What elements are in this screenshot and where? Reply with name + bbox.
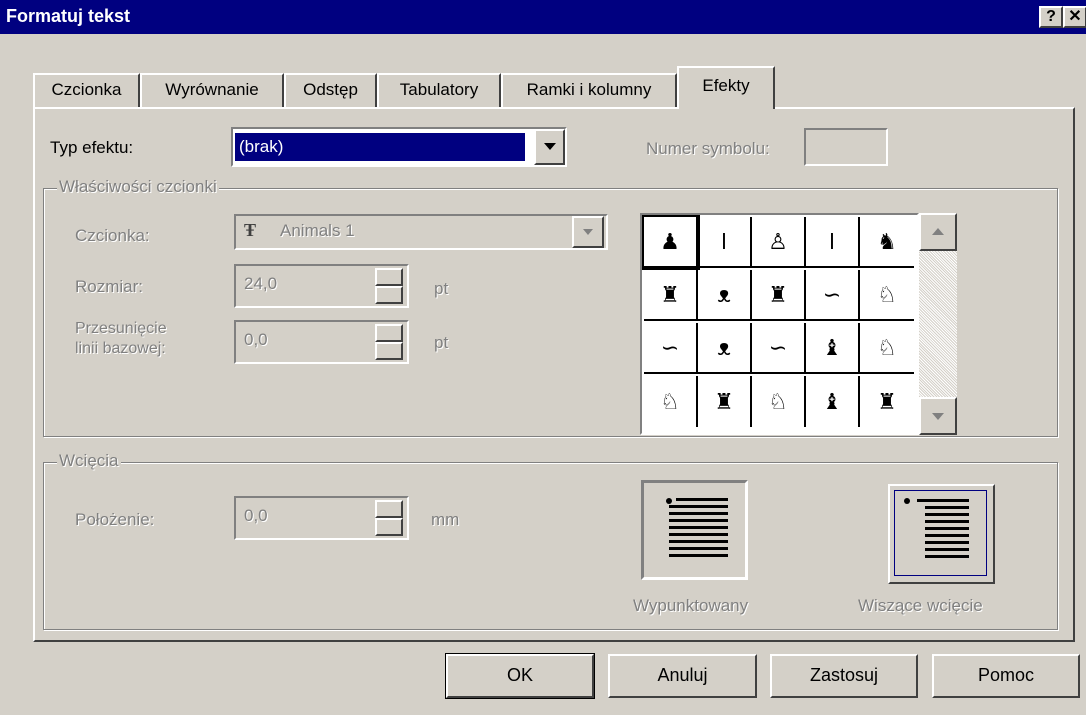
- help-title-button[interactable]: ?: [1039, 6, 1063, 28]
- scroll-down-button[interactable]: [919, 397, 957, 435]
- symbol-grid-cells: ♟ ǀ ♙ ǀ ♞ ♜ ᴥ ♜ ∽ ♘ ∽ ᴥ ∽ ♝ ♘ ♘ ♜ ♘ ♝ ♜: [642, 215, 915, 431]
- symbol-cell[interactable]: ♘: [644, 376, 698, 427]
- baseline-label-2: linii bazowej:: [75, 340, 166, 357]
- symbol-cell[interactable]: ♙: [752, 217, 806, 268]
- symbol-number-input[interactable]: [804, 128, 888, 166]
- symbol-cell[interactable]: ∽: [806, 270, 860, 321]
- bulleted-option[interactable]: [641, 480, 748, 580]
- baseline-label-1: Przesunięcie: [75, 320, 167, 337]
- size-input[interactable]: 24,0: [234, 264, 409, 308]
- title-bar[interactable]: Formatuj tekst ? ✕: [0, 0, 1086, 34]
- symbol-number-label: Numer symbolu:: [646, 139, 770, 158]
- hanging-indent-frame: [894, 490, 987, 576]
- symbol-cell[interactable]: ♘: [860, 323, 914, 374]
- symbol-cell[interactable]: ∽: [752, 323, 806, 374]
- font-select[interactable]: Ŧ Animals 1: [234, 214, 608, 250]
- symbol-cell[interactable]: ǀ: [806, 217, 860, 268]
- chevron-down-icon: [544, 143, 556, 150]
- symbol-cell[interactable]: ♞: [860, 217, 914, 268]
- hanging-indent-option[interactable]: [888, 484, 995, 584]
- size-down-button[interactable]: [375, 286, 403, 304]
- symbol-cell[interactable]: ♘: [860, 270, 914, 321]
- size-unit: pt: [434, 279, 449, 298]
- dropdown-arrow-button[interactable]: [534, 129, 565, 165]
- size-label: Rozmiar:: [75, 277, 144, 296]
- font-properties-legend: Właściwości czcionki: [57, 177, 219, 197]
- symbol-cell[interactable]: ∽: [644, 323, 698, 374]
- effect-type-value: (brak): [234, 132, 526, 162]
- symbol-cell[interactable]: ♜: [698, 376, 752, 427]
- tab-efekty[interactable]: Efekty: [677, 66, 775, 109]
- symbol-grid[interactable]: ♟ ǀ ♙ ǀ ♞ ♜ ᴥ ♜ ∽ ♘ ∽ ᴥ ∽ ♝ ♘ ♘ ♜ ♘ ♝ ♜: [640, 213, 919, 435]
- position-down-button[interactable]: [375, 518, 403, 536]
- symbol-cell[interactable]: ᴥ: [698, 270, 752, 321]
- hanging-indent-icon: [904, 498, 969, 558]
- size-up-button[interactable]: [375, 268, 403, 286]
- symbol-cell[interactable]: ♜: [752, 270, 806, 321]
- tab-wyrownanie[interactable]: Wyrównanie: [140, 73, 284, 107]
- symbol-cell[interactable]: ♜: [860, 376, 914, 427]
- window-title: Formatuj tekst: [6, 6, 131, 26]
- symbol-cell[interactable]: ♜: [644, 270, 698, 321]
- baseline-down-button[interactable]: [375, 342, 403, 360]
- font-label: Czcionka:: [75, 226, 150, 245]
- apply-button[interactable]: Zastosuj: [770, 654, 918, 698]
- symbol-cell[interactable]: ♘: [752, 376, 806, 427]
- position-unit: mm: [431, 510, 460, 529]
- symbol-cell[interactable]: ǀ: [698, 217, 752, 268]
- baseline-up-button[interactable]: [375, 324, 403, 342]
- baseline-input[interactable]: 0,0: [234, 320, 409, 364]
- size-value: 24,0: [244, 274, 278, 293]
- symbol-cell[interactable]: ♟: [642, 215, 700, 270]
- position-label: Położenie:: [75, 510, 155, 529]
- truetype-icon: Ŧ: [244, 220, 257, 240]
- cancel-button[interactable]: Anuluj: [608, 654, 757, 698]
- tab-tabulatory[interactable]: Tabulatory: [377, 73, 501, 107]
- baseline-value: 0,0: [244, 330, 268, 349]
- bulleted-list-icon: [666, 498, 728, 557]
- symbol-cell[interactable]: ♝: [806, 376, 860, 427]
- font-dropdown-button[interactable]: [572, 216, 604, 248]
- position-value: 0,0: [244, 506, 268, 525]
- symbol-cell[interactable]: ♝: [806, 323, 860, 374]
- position-input[interactable]: 0,0: [234, 496, 409, 540]
- baseline-unit: pt: [434, 333, 449, 352]
- symbol-grid-scrollbar[interactable]: [919, 213, 957, 435]
- font-value: Animals 1: [280, 221, 355, 240]
- tab-odstep[interactable]: Odstęp: [284, 73, 377, 107]
- chevron-down-icon: [932, 413, 944, 420]
- ok-button[interactable]: OK: [445, 653, 595, 699]
- chevron-up-icon: [932, 228, 944, 235]
- close-button[interactable]: ✕: [1063, 6, 1086, 28]
- help-button[interactable]: Pomoc: [932, 654, 1080, 698]
- scroll-up-button[interactable]: [919, 213, 957, 251]
- effect-type-label: Typ efektu:: [50, 138, 134, 157]
- bulleted-option-label: Wypunktowany: [633, 596, 749, 615]
- tab-czcionka[interactable]: Czcionka: [33, 73, 140, 107]
- effect-type-select[interactable]: (brak): [231, 127, 567, 167]
- symbol-cell[interactable]: ᴥ: [698, 323, 752, 374]
- hanging-indent-label: Wiszące wcięcie: [858, 596, 983, 615]
- format-text-dialog: Formatuj tekst ? ✕ Czcionka Wyrównanie O…: [0, 0, 1086, 715]
- position-up-button[interactable]: [375, 500, 403, 518]
- indent-legend: Wcięcia: [57, 451, 121, 471]
- chevron-down-icon: [583, 229, 593, 235]
- tab-ramki-i-kolumny[interactable]: Ramki i kolumny: [501, 73, 677, 107]
